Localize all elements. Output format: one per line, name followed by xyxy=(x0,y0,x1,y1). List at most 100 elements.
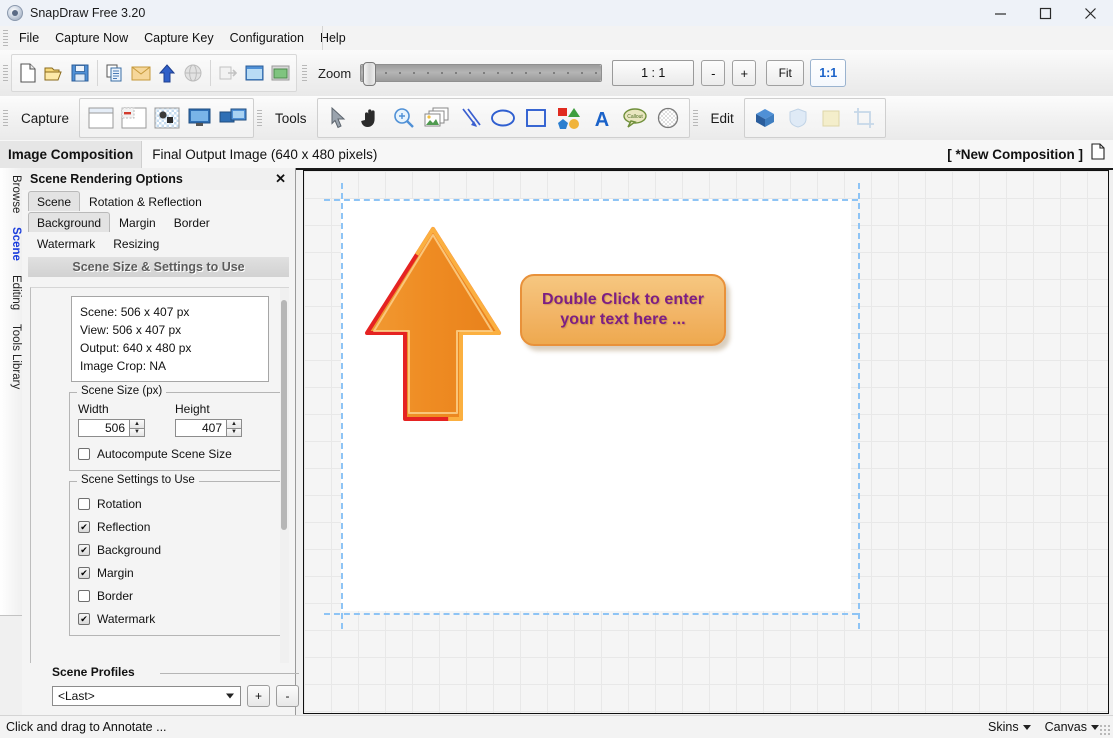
toolbar-grip-handle-2[interactable] xyxy=(302,65,307,81)
margin-checkbox[interactable] xyxy=(78,567,90,579)
canvas-menu[interactable]: Canvas xyxy=(1045,720,1099,734)
toolbar-grip-handle-5[interactable] xyxy=(692,110,698,126)
border-checkbox[interactable] xyxy=(78,590,90,602)
capture-screen-icon[interactable] xyxy=(183,102,216,134)
scene-profile-select[interactable]: <Last> xyxy=(52,686,241,706)
document-icon[interactable] xyxy=(1091,143,1105,165)
height-input[interactable]: 407 xyxy=(175,419,227,437)
sidebar-tab-browse[interactable]: Browse xyxy=(0,168,22,220)
height-stepper[interactable]: 407 ▲ ▼ xyxy=(175,419,242,437)
globe-icon[interactable] xyxy=(180,58,206,88)
mail-icon[interactable] xyxy=(128,58,154,88)
rotation-checkbox[interactable] xyxy=(78,498,90,510)
width-input[interactable]: 506 xyxy=(78,419,130,437)
setting-row-margin[interactable]: Margin xyxy=(78,566,274,580)
tab-background[interactable]: Background xyxy=(28,212,111,232)
tab-watermark[interactable]: Watermark xyxy=(28,233,104,253)
width-spin-up-icon[interactable]: ▲ xyxy=(129,419,145,428)
height-spin-down-icon[interactable]: ▼ xyxy=(226,427,242,437)
save-icon[interactable] xyxy=(67,58,93,88)
zoom-fit-button[interactable]: Fit xyxy=(766,60,805,86)
autocompute-checkbox[interactable] xyxy=(78,448,90,460)
rectangle-tool-icon[interactable] xyxy=(520,102,553,134)
chevron-down-icon[interactable] xyxy=(226,693,234,699)
sidebar-tab-tools-library[interactable]: Tools Library xyxy=(0,317,22,396)
tab-border[interactable]: Border xyxy=(165,212,219,232)
setting-row-reflection[interactable]: Reflection xyxy=(78,520,274,534)
capture-multi-screen-icon[interactable] xyxy=(216,102,249,134)
canvas-area[interactable]: Double Click to enter your text here ... xyxy=(303,170,1109,714)
capture-transparent-icon[interactable] xyxy=(150,102,183,134)
skins-chevron-down-icon[interactable] xyxy=(1022,724,1031,730)
capture-window-icon[interactable] xyxy=(84,102,117,134)
setting-row-background[interactable]: Background xyxy=(78,543,274,557)
skins-menu[interactable]: Skins xyxy=(988,720,1031,734)
toolbar-grip-handle-1[interactable] xyxy=(3,65,8,81)
menu-configuration[interactable]: Configuration xyxy=(223,28,311,48)
panel-scrollbar-thumb[interactable] xyxy=(281,300,287,530)
blur-tool-icon[interactable] xyxy=(652,102,685,134)
add-profile-button[interactable]: + xyxy=(247,685,270,707)
object-3d-icon[interactable] xyxy=(749,102,782,134)
capture-region-icon[interactable] xyxy=(117,102,150,134)
tab-margin[interactable]: Margin xyxy=(110,212,165,232)
panel-vertical-scrollbar[interactable] xyxy=(280,288,289,663)
zoom-in-button[interactable]: + xyxy=(732,60,757,86)
callout-tool-icon[interactable]: Callout xyxy=(619,102,652,134)
toolbar-grip-handle-3[interactable] xyxy=(3,110,8,126)
sidebar-tab-scene[interactable]: Scene xyxy=(0,220,22,268)
magnifier-zoom-tool-icon[interactable] xyxy=(388,102,421,134)
minimize-button[interactable] xyxy=(978,0,1023,26)
resize-grip-icon[interactable] xyxy=(1099,724,1111,736)
reflection-checkbox[interactable] xyxy=(78,521,90,533)
setting-row-border[interactable]: Border xyxy=(78,589,274,603)
crop-icon[interactable] xyxy=(848,102,881,134)
menu-capture-key[interactable]: Capture Key xyxy=(137,28,220,48)
background-checkbox[interactable] xyxy=(78,544,90,556)
copy-icon[interactable] xyxy=(102,58,128,88)
zoom-slider[interactable] xyxy=(360,62,603,86)
shapes-tool-icon[interactable] xyxy=(553,102,586,134)
menu-help[interactable]: Help xyxy=(313,28,353,48)
open-folder-icon[interactable] xyxy=(41,58,67,88)
maximize-button[interactable] xyxy=(1023,0,1068,26)
tab-resizing[interactable]: Resizing xyxy=(104,233,168,253)
hand-pan-tool-icon[interactable] xyxy=(355,102,388,134)
tab-scene[interactable]: Scene xyxy=(28,191,81,211)
upload-arrow-icon[interactable] xyxy=(154,58,180,88)
zoom-actual-size-button[interactable]: 1:1 xyxy=(810,59,847,87)
text-callout-shape[interactable]: Double Click to enter your text here ... xyxy=(520,274,732,354)
text-callout-body[interactable]: Double Click to enter your text here ... xyxy=(520,274,726,346)
pointer-tool-icon[interactable] xyxy=(322,102,355,134)
menu-capture-now[interactable]: Capture Now xyxy=(48,28,135,48)
text-tool-icon[interactable]: A xyxy=(586,102,619,134)
note-icon[interactable] xyxy=(815,102,848,134)
height-spin-up-icon[interactable]: ▲ xyxy=(226,419,242,428)
new-document-icon[interactable] xyxy=(15,58,41,88)
panel-close-icon[interactable]: ✕ xyxy=(275,171,286,187)
image-window-icon[interactable] xyxy=(267,58,293,88)
up-arrow-shape[interactable] xyxy=(361,223,506,428)
width-stepper[interactable]: 506 ▲ ▼ xyxy=(78,419,145,437)
tab-rotation-reflection[interactable]: Rotation & Reflection xyxy=(80,191,211,211)
shield-icon[interactable] xyxy=(782,102,815,134)
arrow-line-tool-icon[interactable] xyxy=(454,102,487,134)
export-icon[interactable] xyxy=(215,58,241,88)
window-icon[interactable] xyxy=(241,58,267,88)
setting-row-watermark[interactable]: Watermark xyxy=(78,612,274,626)
zoom-out-button[interactable]: - xyxy=(701,60,726,86)
toolbar-grip-handle-4[interactable] xyxy=(257,110,263,126)
menu-file[interactable]: File xyxy=(12,28,46,48)
autocompute-scene-size-row[interactable]: Autocompute Scene Size xyxy=(78,447,274,461)
zoom-slider-thumb[interactable] xyxy=(363,62,377,86)
width-spin-down-icon[interactable]: ▼ xyxy=(129,427,145,437)
menu-grip-handle[interactable] xyxy=(3,30,8,46)
ellipse-tool-icon[interactable] xyxy=(487,102,520,134)
canvas-chevron-down-icon[interactable] xyxy=(1091,724,1099,730)
setting-row-rotation[interactable]: Rotation xyxy=(78,497,274,511)
images-tool-icon[interactable] xyxy=(421,102,454,134)
watermark-checkbox[interactable] xyxy=(78,613,90,625)
close-button[interactable] xyxy=(1068,0,1113,26)
tab-image-composition[interactable]: Image Composition xyxy=(0,140,143,168)
sidebar-tab-editing[interactable]: Editing xyxy=(0,268,22,317)
